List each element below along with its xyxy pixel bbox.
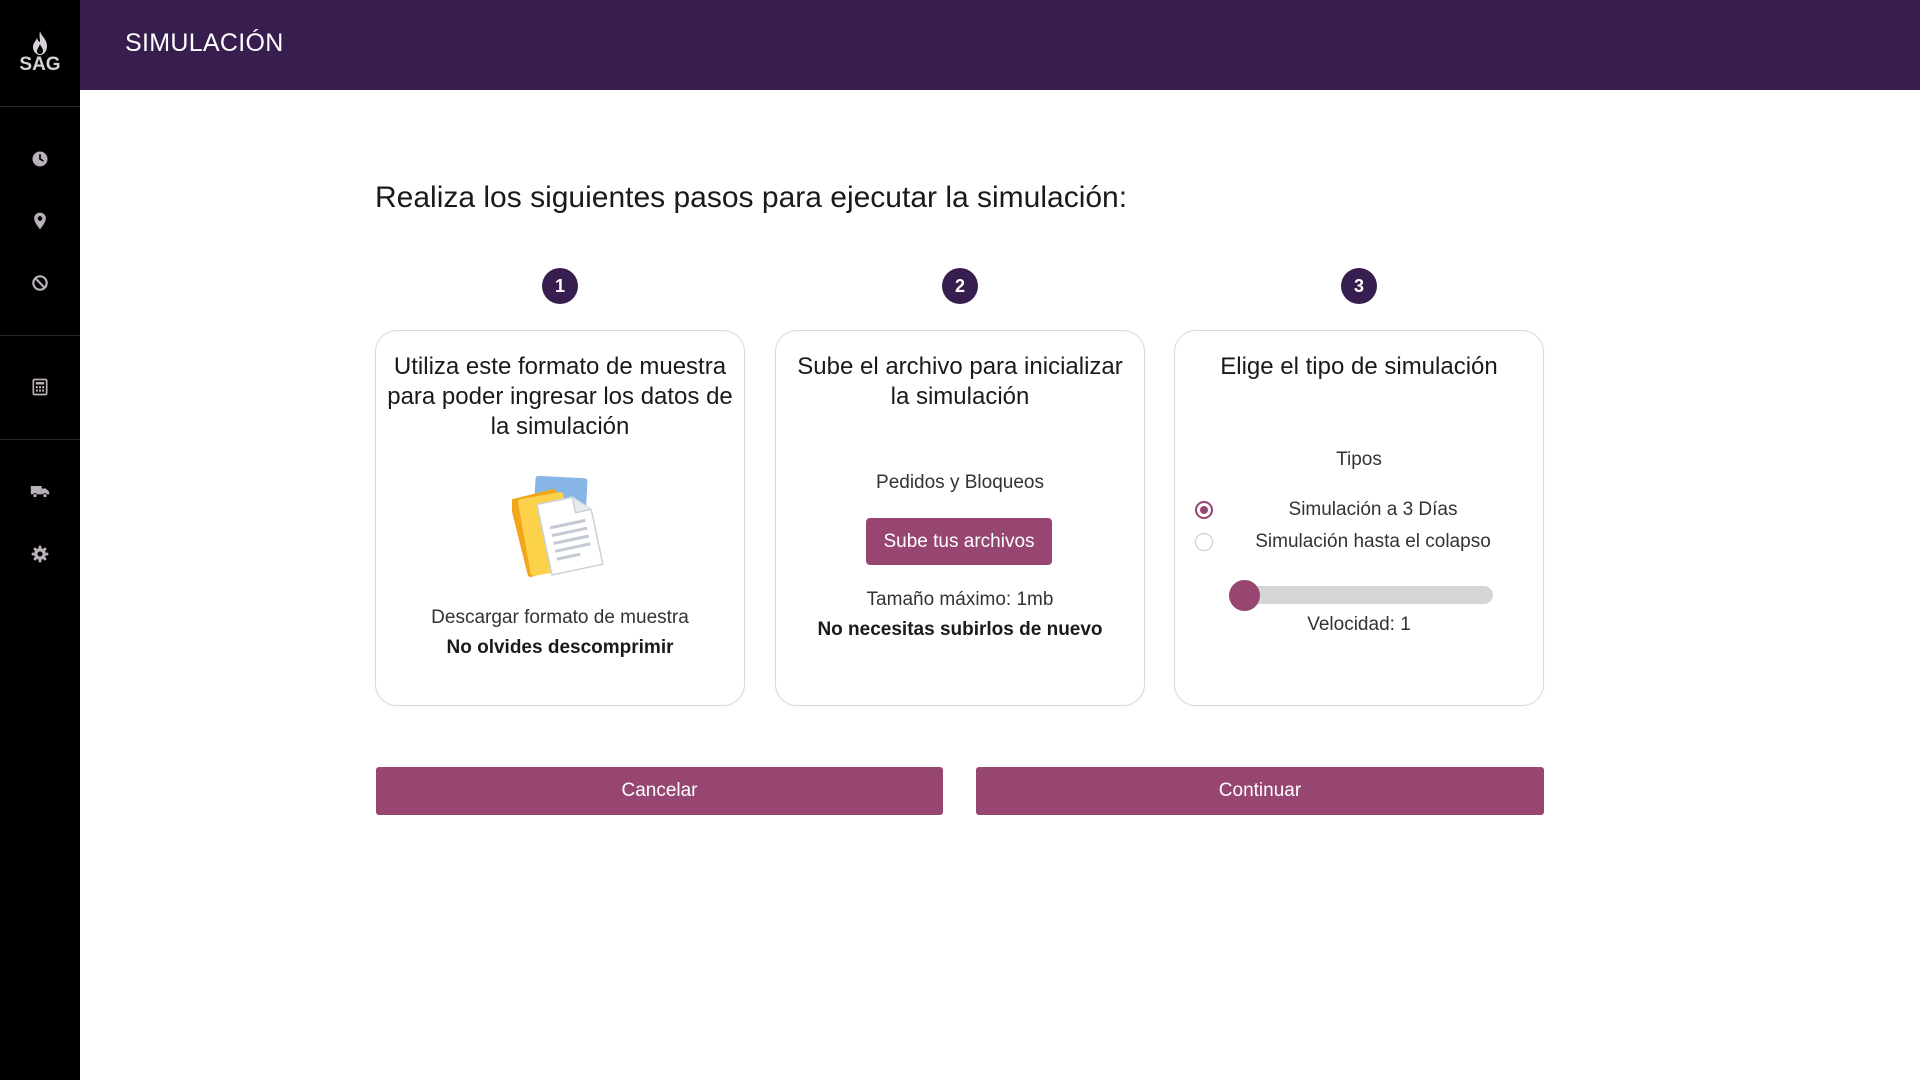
cancel-button[interactable]: Cancelar (376, 767, 943, 815)
speed-label: Velocidad: 1 (1307, 614, 1411, 635)
page-title: SIMULACIÓN (125, 29, 284, 57)
step-3-badge: 3 (1341, 268, 1377, 304)
sidebar-item-map[interactable] (0, 199, 80, 243)
truck-icon (30, 486, 50, 499)
continue-button[interactable]: Continuar (976, 767, 1544, 815)
sidebar: SAG (0, 0, 80, 1080)
sidebar-item-calculator[interactable] (0, 365, 80, 409)
sidebar-item-history[interactable] (0, 137, 80, 181)
no-reupload-note: No necesitas subirlos de nuevo (817, 619, 1103, 640)
calculator-icon (32, 378, 48, 396)
step-2-badge: 2 (942, 268, 978, 304)
option-collapse-label: Simulación hasta el colapso (1255, 531, 1491, 552)
step-1-title: Utiliza este formato de muestra para pod… (387, 353, 733, 440)
app-logo[interactable]: SAG (0, 0, 80, 107)
instructions-heading: Realiza los siguientes pasos para ejecut… (375, 181, 1128, 214)
step-1-card: Utiliza este formato de muestra para pod… (375, 330, 745, 706)
decompress-note: No olvides descomprimir (446, 637, 674, 658)
sidebar-item-settings[interactable] (0, 532, 80, 576)
max-size-text: Tamaño máximo: 1mb (866, 589, 1054, 610)
types-label: Tipos (1336, 449, 1382, 470)
option-3-days-label: Simulación a 3 Días (1288, 499, 1458, 520)
upload-subtitle: Pedidos y Bloqueos (876, 472, 1044, 493)
clock-icon (32, 151, 48, 167)
top-bar: SIMULACIÓN (80, 0, 1920, 90)
radio-collapse[interactable] (1195, 533, 1213, 551)
option-3-days[interactable]: Simulación a 3 Días (1195, 495, 1523, 525)
step-3-title: Elige el tipo de simulación (1220, 353, 1498, 380)
upload-files-button[interactable]: Sube tus archivos (866, 518, 1052, 565)
step-2-card: Sube el archivo para inicializar la simu… (775, 330, 1145, 706)
speed-slider-thumb[interactable] (1229, 580, 1260, 611)
radio-3-days[interactable] (1195, 501, 1213, 519)
gear-icon (31, 545, 49, 563)
download-template-link[interactable]: Descargar formato de muestra (376, 607, 744, 629)
sidebar-item-blocks[interactable] (0, 261, 80, 305)
document-download-icon[interactable] (512, 475, 612, 581)
logo-text: SAG (19, 54, 61, 75)
option-collapse[interactable]: Simulación hasta el colapso (1195, 527, 1523, 557)
step-3-card: Elige el tipo de simulación Tipos Simula… (1174, 330, 1544, 706)
speed-slider[interactable] (1229, 580, 1493, 611)
step-1-badge: 1 (542, 268, 578, 304)
step-2-title: Sube el archivo para inicializar la simu… (797, 353, 1123, 410)
sidebar-item-fleet[interactable] (0, 469, 80, 513)
block-icon (32, 275, 48, 291)
location-pin-icon (34, 212, 46, 230)
